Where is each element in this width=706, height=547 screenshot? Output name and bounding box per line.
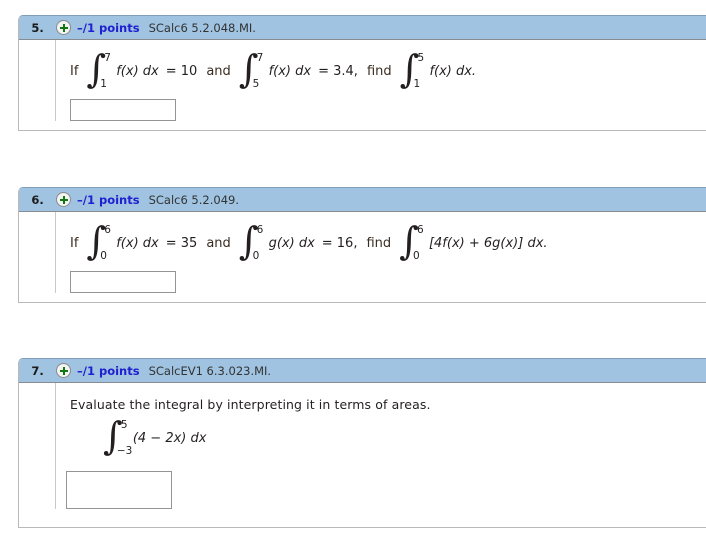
integral-upper-1-5: 7	[104, 52, 111, 64]
integral-body-3-5: f(x) dx.	[429, 63, 477, 79]
points-label-5: –/1 points	[77, 20, 140, 35]
statement-equals-2-5: = 3.4,	[318, 63, 358, 79]
integral-body-1-6: f(x) dx	[116, 235, 159, 251]
integral-limits-3-5: 5 1	[413, 53, 424, 89]
integral-upper-1-6: 6	[104, 224, 111, 236]
statement-find-5: find	[366, 63, 392, 79]
statement-lead-5: If	[70, 63, 79, 79]
integral-3-6: ∫ 6 0 [4f(x) + 6g(x)] dx.	[399, 222, 548, 261]
problem-content-7: Evaluate the integral by interpreting it…	[56, 383, 706, 509]
problem-statement-7: ∫ 5 −3 (4 − 2x) dx	[100, 417, 706, 456]
answer-input-5[interactable]	[70, 99, 176, 121]
integral-upper-3-5: 5	[417, 52, 425, 64]
answer-input-6[interactable]	[70, 271, 176, 293]
problem-gutter-7	[19, 383, 56, 509]
problem-id-6: SCalc6 5.2.049.	[148, 192, 239, 207]
problem-content-6: If ∫ 6 0 f(x) dx = 35 and ∫ 6 0 g(x) dx …	[56, 212, 706, 293]
integral-3-5: ∫ 5 1 f(x) dx.	[400, 50, 477, 89]
problem-number-7: 7.	[31, 363, 44, 378]
statement-conj-6: and	[206, 235, 231, 251]
integral-lower-3-6: 0	[412, 249, 420, 262]
integral-1-7: ∫ 5 −3 (4 − 2x) dx	[103, 417, 207, 456]
problem-number-5: 5.	[31, 20, 44, 35]
integral-body-1-5: f(x) dx	[116, 63, 159, 79]
integral-lower-3-5: 1	[413, 77, 421, 90]
integral-lower-1-7: −3	[116, 444, 133, 457]
problem-panel-6: 6. –/1 points SCalc6 5.2.049. If ∫ 6 0 f…	[18, 187, 706, 303]
problem-gutter-5	[19, 40, 56, 121]
problem-header-6: 6. –/1 points SCalc6 5.2.049.	[19, 188, 706, 212]
points-label-7: –/1 points	[77, 363, 140, 378]
problem-body-7: Evaluate the integral by interpreting it…	[19, 383, 706, 509]
problem-header-7: 7. –/1 points SCalcEV1 6.3.023.MI.	[19, 359, 706, 383]
problem-panel-5: 5. –/1 points SCalc6 5.2.048.MI. If ∫ 7 …	[18, 15, 706, 131]
problem-prompt-7: Evaluate the integral by interpreting it…	[70, 397, 431, 412]
integral-upper-1-7: 5	[120, 419, 128, 431]
problem-body-5: If ∫ 7 1 f(x) dx = 10 and ∫ 7 5 f(x) dx …	[19, 40, 706, 121]
problem-header-5: 5. –/1 points SCalc6 5.2.048.MI.	[19, 16, 706, 40]
integral-limits-2-5: 7 5	[253, 53, 264, 89]
answer-input-7[interactable]	[66, 471, 172, 509]
integral-lower-2-6: 0	[252, 249, 260, 262]
integral-upper-2-5: 7	[256, 52, 264, 64]
plus-circle-icon[interactable]	[56, 363, 71, 378]
statement-equals-1-6: = 35	[165, 235, 198, 251]
integral-body-2-6: g(x) dx	[268, 235, 315, 251]
plus-circle-icon[interactable]	[56, 20, 71, 35]
integral-upper-2-6: 6	[256, 224, 264, 236]
problem-panel-7: 7. –/1 points SCalcEV1 6.3.023.MI. Evalu…	[18, 358, 706, 528]
statement-lead-6: If	[70, 235, 79, 251]
integral-2-6: ∫ 6 0 g(x) dx	[239, 222, 315, 261]
problem-number-6: 6.	[31, 192, 44, 207]
problem-content-5: If ∫ 7 1 f(x) dx = 10 and ∫ 7 5 f(x) dx …	[56, 40, 706, 121]
points-label-6: –/1 points	[77, 192, 140, 207]
plus-circle-icon[interactable]	[56, 192, 71, 207]
integral-2-5: ∫ 7 5 f(x) dx	[239, 50, 312, 89]
integral-body-2-5: f(x) dx	[268, 63, 312, 79]
integral-lower-2-5: 5	[252, 77, 260, 90]
statement-equals-2-6: = 16,	[321, 235, 358, 251]
integral-upper-3-6: 6	[416, 224, 424, 236]
integral-limits-2-6: 6 0	[253, 225, 264, 261]
problem-statement-5: If ∫ 7 1 f(x) dx = 10 and ∫ 7 5 f(x) dx …	[70, 50, 706, 89]
statement-equals-1-5: = 10	[165, 63, 198, 79]
integral-limits-1-5: 7 1	[100, 53, 111, 89]
statement-conj-5: and	[206, 63, 231, 79]
statement-find-6: find	[366, 235, 392, 251]
integral-1-6: ∫ 6 0 f(x) dx	[86, 222, 159, 261]
problem-body-6: If ∫ 6 0 f(x) dx = 35 and ∫ 6 0 g(x) dx …	[19, 212, 706, 293]
integral-limits-1-7: 5 −3	[117, 420, 132, 456]
problem-id-5: SCalc6 5.2.048.MI.	[148, 20, 256, 35]
assignment-page: 5. –/1 points SCalc6 5.2.048.MI. If ∫ 7 …	[0, 0, 706, 547]
integral-limits-3-6: 6 0	[413, 225, 424, 261]
integral-1-5: ∫ 7 1 f(x) dx	[86, 50, 159, 89]
integral-body-3-6: [4f(x) + 6g(x)] dx.	[428, 235, 548, 251]
integral-lower-1-6: 0	[100, 249, 107, 262]
integral-body-1-7: (4 − 2x) dx	[132, 430, 207, 446]
integral-limits-1-6: 6 0	[100, 225, 111, 261]
integral-lower-1-5: 1	[100, 77, 107, 90]
problem-statement-6: If ∫ 6 0 f(x) dx = 35 and ∫ 6 0 g(x) dx …	[70, 222, 706, 261]
problem-gutter-6	[19, 212, 56, 293]
problem-id-7: SCalcEV1 6.3.023.MI.	[148, 363, 272, 378]
